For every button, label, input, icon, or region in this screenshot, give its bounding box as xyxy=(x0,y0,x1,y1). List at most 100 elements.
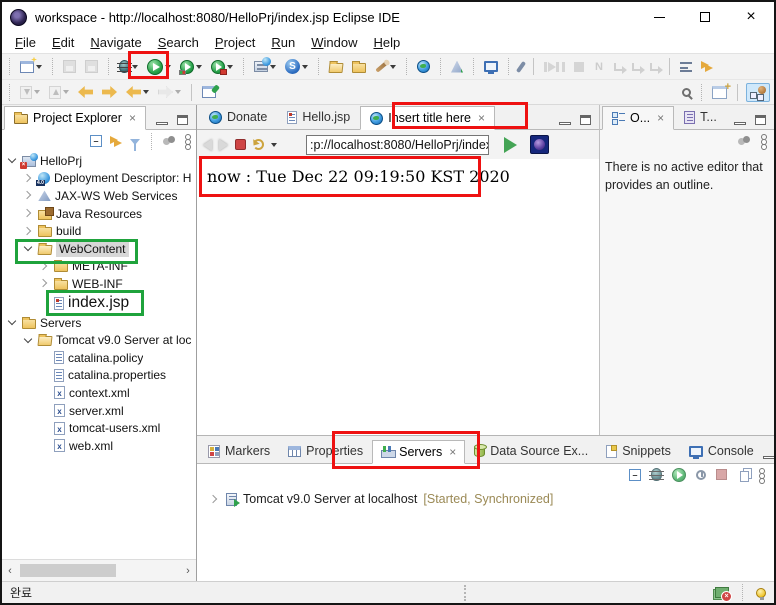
debug-button[interactable] xyxy=(117,58,140,75)
link-with-debug-button[interactable] xyxy=(699,59,715,74)
tree-item-webcontent[interactable]: WebContent xyxy=(2,240,196,258)
tree-item-tomcat[interactable]: Tomcat v9.0 Server at loc xyxy=(2,331,196,349)
focus-button[interactable] xyxy=(738,136,752,146)
tab-data-source-explorer[interactable]: Data Source Ex... xyxy=(465,439,597,463)
export-button[interactable] xyxy=(350,59,368,75)
tree-item-catalina-properties[interactable]: catalina.properties xyxy=(2,367,196,385)
expander-icon[interactable] xyxy=(38,261,48,271)
tree-item-index-jsp[interactable]: index.jsp xyxy=(2,293,196,314)
quick-access-button[interactable] xyxy=(515,59,527,75)
back-history-button[interactable] xyxy=(124,84,151,100)
expander-icon[interactable] xyxy=(23,334,33,343)
maximize-editor-button[interactable] xyxy=(580,115,591,125)
stop-server-button[interactable] xyxy=(716,469,727,480)
browser-stop-button[interactable] xyxy=(235,139,246,150)
tab-servers[interactable]: Servers × xyxy=(372,440,466,464)
coverage-button[interactable] xyxy=(178,58,204,76)
tree-item-servers[interactable]: Servers xyxy=(2,314,196,332)
previous-annotation-button[interactable] xyxy=(47,84,71,101)
tree-item-java-resources[interactable]: Java Resources xyxy=(2,205,196,223)
background-jobs-icon[interactable] xyxy=(715,587,732,602)
tab-outline[interactable]: O... × xyxy=(602,106,675,130)
maximize-view-button[interactable] xyxy=(177,115,188,125)
next-annotation-button[interactable] xyxy=(18,84,42,101)
new-wizard-button[interactable] xyxy=(18,59,44,75)
expander-icon[interactable] xyxy=(22,191,32,200)
next-edit-location-button[interactable] xyxy=(100,84,119,100)
menu-project[interactable]: Project xyxy=(208,33,262,52)
server-row[interactable]: Tomcat v9.0 Server at localhost [Started… xyxy=(197,485,774,507)
scroll-right-icon[interactable]: › xyxy=(180,565,196,577)
forward-history-button[interactable] xyxy=(156,84,183,100)
tree-item-catalina-policy[interactable]: catalina.policy xyxy=(2,349,196,367)
tab-properties[interactable]: Properties xyxy=(279,439,372,463)
tree-item-jaxws[interactable]: JAX-WS Web Services xyxy=(2,187,196,205)
close-view-icon[interactable]: × xyxy=(129,111,136,125)
tree-item-web-inf[interactable]: WEB-INF xyxy=(2,275,196,293)
minimize-view-button[interactable] xyxy=(156,121,168,125)
menu-help[interactable]: Help xyxy=(366,33,407,52)
tree-item-build[interactable]: build xyxy=(2,222,196,240)
tab-insert-title-here[interactable]: Insert title here × xyxy=(360,106,495,130)
browser-refresh-button[interactable] xyxy=(253,139,264,150)
view-menu-button[interactable] xyxy=(185,134,191,148)
expander-icon[interactable] xyxy=(22,173,32,183)
refresh-dropdown-icon[interactable] xyxy=(271,142,277,147)
expander-icon[interactable] xyxy=(22,226,32,235)
use-step-filters-button[interactable] xyxy=(678,60,694,74)
web-services-explorer-button[interactable] xyxy=(449,59,465,75)
web-browser-button[interactable] xyxy=(415,58,432,75)
external-browser-button[interactable] xyxy=(530,135,549,154)
suspend-button[interactable] xyxy=(554,60,567,74)
expander-icon[interactable] xyxy=(7,155,17,164)
run-external-tools-button[interactable] xyxy=(209,58,235,76)
browser-back-button[interactable] xyxy=(203,138,212,151)
tab-donate[interactable]: Donate xyxy=(199,105,277,129)
expander-icon[interactable] xyxy=(22,208,32,218)
link-with-editor-button[interactable] xyxy=(110,136,122,147)
step-return-button[interactable] xyxy=(648,61,663,74)
tab-console[interactable]: Console xyxy=(680,439,763,463)
menu-file[interactable]: File xyxy=(8,33,43,52)
terminate-button[interactable] xyxy=(572,60,586,74)
mark-occurrences-button[interactable] xyxy=(373,60,398,73)
notifications-icon[interactable] xyxy=(756,587,766,600)
debug-server-button[interactable] xyxy=(649,468,664,481)
menu-edit[interactable]: Edit xyxy=(45,33,81,52)
scroll-left-icon[interactable]: ‹ xyxy=(2,565,18,577)
minimize-view-button[interactable] xyxy=(734,121,746,125)
console-view-button[interactable] xyxy=(482,59,500,74)
collapse-all-button[interactable]: – xyxy=(90,135,102,147)
expander-icon[interactable] xyxy=(208,494,218,503)
browser-forward-button[interactable] xyxy=(219,138,228,151)
save-button[interactable] xyxy=(61,58,78,75)
menu-run[interactable]: Run xyxy=(264,33,302,52)
horizontal-scrollbar[interactable]: ‹ › xyxy=(2,559,196,581)
tree-item-helloprj[interactable]: HelloPrj xyxy=(2,152,196,170)
tab-snippets[interactable]: Snippets xyxy=(597,439,680,463)
java-ee-perspective-button[interactable] xyxy=(746,82,770,102)
search-button[interactable] xyxy=(680,86,693,99)
view-menu-button[interactable] xyxy=(759,467,765,482)
save-all-button[interactable] xyxy=(83,58,100,75)
menu-search[interactable]: Search xyxy=(151,33,206,52)
last-edit-location-button[interactable] xyxy=(76,84,95,100)
tab-hello-jsp[interactable]: Hello.jsp xyxy=(277,105,360,129)
step-over-button[interactable] xyxy=(630,61,645,74)
import-button[interactable] xyxy=(327,59,345,75)
view-menu-button[interactable] xyxy=(761,134,767,148)
tree-item-deployment-descriptor[interactable]: Deployment Descriptor: H xyxy=(2,170,196,188)
tree-item-tomcat-users-xml[interactable]: x tomcat-users.xml xyxy=(2,419,196,437)
tree-item-meta-inf[interactable]: META-INF xyxy=(2,258,196,276)
close-tab-icon[interactable]: × xyxy=(657,111,664,125)
menu-window[interactable]: Window xyxy=(304,33,364,52)
profile-server-button[interactable] xyxy=(696,469,706,480)
tree-item-context-xml[interactable]: x context.xml xyxy=(2,384,196,402)
focus-button[interactable] xyxy=(163,136,177,146)
menu-navigate[interactable]: Navigate xyxy=(83,33,148,52)
expander-icon[interactable] xyxy=(23,243,33,252)
disconnect-button[interactable]: N xyxy=(591,59,607,75)
scrollbar-thumb[interactable] xyxy=(20,564,116,577)
tab-markers[interactable]: Markers xyxy=(199,439,279,463)
new-server-button[interactable] xyxy=(252,57,278,74)
